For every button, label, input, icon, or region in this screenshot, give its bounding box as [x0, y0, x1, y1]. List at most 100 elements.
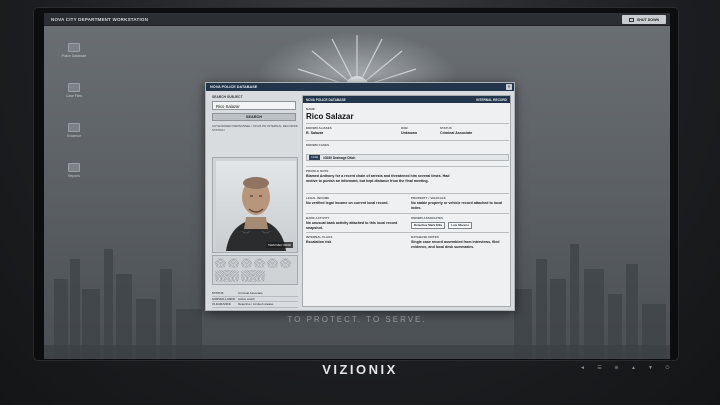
fingerprint-icon [280, 258, 291, 268]
desktop-icon-label: Case Files [65, 94, 83, 98]
subject-name: Rico Salazar [306, 112, 354, 121]
record-header-title: NOVA POLICE DATABASE [306, 97, 346, 102]
field-label: PROFILE NOTE [306, 169, 329, 173]
workstation-title: NOVA CITY DEPARTMENT WORKSTATION [51, 16, 149, 22]
field-label: KNOWN ALIASES [306, 126, 332, 130]
fingerprint-icon [267, 258, 278, 268]
photo-tag: TERM REC #0000 [265, 242, 293, 248]
folder-icon [68, 123, 80, 132]
divider [306, 232, 509, 233]
up-icon[interactable]: ▲ [629, 365, 638, 371]
divider [306, 213, 509, 214]
mugshot-frame: TERM REC #0000 [212, 157, 298, 253]
aliases-field: KNOWN ALIASES R. Salazar [306, 126, 366, 136]
record-panel: NOVA POLICE DATABASE INTERNAL RECORD NAM… [302, 95, 511, 307]
shutdown-label: SHUT DOWN [636, 17, 660, 22]
menu-icon[interactable]: ☰ [595, 365, 604, 371]
field-label: KNOWN CASES [306, 143, 330, 147]
field-label: INTERNAL FLAGS [306, 235, 333, 239]
desktop-icon[interactable]: Reports [59, 163, 89, 191]
status-field: STATUS Criminal Associate [440, 126, 508, 136]
divider [306, 123, 509, 124]
close-icon[interactable]: × [506, 84, 512, 90]
down-icon[interactable]: ▼ [646, 365, 655, 371]
divider [306, 193, 509, 194]
folder-icon [68, 163, 80, 172]
desktop-icon[interactable]: Case Files [59, 83, 89, 111]
folder-icon [68, 43, 80, 52]
legal-income-value: No verified legal income on current loca… [306, 201, 389, 205]
authorization-note: AUTHORIZED PERSONNEL / NOVA PD INTERNAL … [212, 124, 298, 132]
motto-text: TO PROTECT. TO SERVE. [287, 315, 427, 324]
notes-value: Single case record assembled from interv… [411, 240, 500, 249]
handprint-icon [241, 270, 265, 282]
suspect-portrait-icon [226, 177, 286, 251]
taskbar: NOVA CITY DEPARTMENT WORKSTATION SHUT DO… [44, 13, 670, 26]
known-case-row[interactable]: CASE #3030 Drainage Ditch [306, 154, 509, 161]
case-title: #3030 Drainage Ditch [323, 155, 356, 160]
field-label: BANK ACTIVITY [306, 216, 330, 220]
divider [306, 140, 509, 141]
monitor: NOVA CITY DEPARTMENT WORKSTATION SHUT DO… [0, 0, 720, 405]
associates-field: KNOWN ASSOCIATES Detective Mark Ellis Lu… [411, 216, 509, 230]
property-value: No stable property or vehicle record att… [411, 201, 503, 210]
handprint-icon [215, 270, 239, 282]
meta-value: Detective / Limited release [238, 302, 274, 307]
dob-field: DOB Unknown [401, 126, 441, 136]
search-button[interactable]: SEARCH [212, 113, 296, 121]
desktop-icons: Police Database Case Files Evidence Repo… [59, 43, 89, 203]
fingerprint-icon [215, 258, 226, 268]
bank-activity-field: BANK ACTIVITY No unusual bank activity a… [306, 216, 402, 230]
field-label: PROPERTY / VEHICLES [411, 196, 446, 200]
desktop-icon[interactable]: Evidence [59, 123, 89, 151]
legal-income-field: LEGAL INCOME No verified legal income on… [306, 196, 402, 206]
dob-value: Unknown [401, 131, 418, 135]
bank-activity-value: No unusual bank activity attached to thi… [306, 221, 398, 230]
field-label: KNOWN ASSOCIATES [411, 216, 444, 220]
case-badge: CASE [309, 155, 321, 160]
flags-value: Escalation risk [306, 240, 332, 244]
menu-back-icon[interactable]: ◄ [578, 365, 587, 371]
associate-chip[interactable]: Detective Mark Ellis [411, 221, 446, 230]
associates-list: Detective Mark Ellis Luis Moreno [411, 221, 509, 230]
search-input[interactable]: Rico Salazar [212, 101, 296, 110]
field-label: LEGAL INCOME [306, 196, 330, 200]
meta-key: CLEARANCE [212, 302, 231, 307]
source-icon[interactable]: ⊕ [612, 365, 621, 371]
property-field: PROPERTY / VEHICLES No stable property o… [411, 196, 509, 210]
meta-row: CLEARANCE Detective / Limited release [212, 302, 298, 308]
search-panel: SEARCH SUBJECT Rico Salazar SEARCH AUTHO… [212, 95, 298, 308]
desktop-icon-label: Evidence [67, 134, 81, 138]
field-label: NAME [306, 107, 315, 111]
profile-value: Blamed Anthony for a recent chain of arr… [306, 174, 450, 183]
field-label: DATABASE NOTES [411, 235, 439, 239]
meta-key: SURVEILLANCE [212, 296, 236, 301]
mugshot-photo: TERM REC #0000 [216, 161, 296, 251]
meta-key: STATUS [212, 291, 224, 296]
status-value: Criminal Associate [440, 131, 473, 135]
power-icon[interactable]: ⏻ [663, 365, 672, 371]
flags-field: INTERNAL FLAGS Escalation risk [306, 235, 402, 245]
field-label: DOB [401, 126, 408, 130]
monitor-controls: ◄ ☰ ⊕ ▲ ▼ ⏻ [578, 365, 672, 371]
aliases-value: R. Salazar [306, 131, 324, 135]
field-label: STATUS [440, 126, 452, 130]
record-header: NOVA POLICE DATABASE INTERNAL RECORD [303, 96, 510, 103]
shutdown-button[interactable]: SHUT DOWN [622, 15, 666, 24]
police-database-window: NOVA POLICE DATABASE × SEARCH SUBJECT Ri… [205, 82, 515, 311]
associate-chip[interactable]: Luis Moreno [448, 221, 473, 230]
folder-icon [68, 83, 80, 92]
record-header-type: INTERNAL RECORD [476, 97, 507, 102]
fingerprint-icon [228, 258, 239, 268]
meta-value: Criminal Associate [238, 291, 263, 296]
monitor-icon [628, 17, 634, 22]
known-cases-label-wrap: KNOWN CASES [306, 143, 329, 147]
desktop-icon-label: Reports [68, 174, 80, 178]
profile-field: PROFILE NOTE Blamed Anthony for a recent… [306, 169, 456, 183]
divider [306, 166, 509, 167]
fingerprint-icon [254, 258, 265, 268]
name-field: NAME Rico Salazar [306, 107, 506, 121]
notes-field: DATABASE NOTES Single case record assemb… [411, 235, 509, 249]
subject-meta: STATUS Criminal Associate SURVEILLANCE A… [212, 291, 298, 308]
desktop-icon[interactable]: Police Database [59, 43, 89, 71]
